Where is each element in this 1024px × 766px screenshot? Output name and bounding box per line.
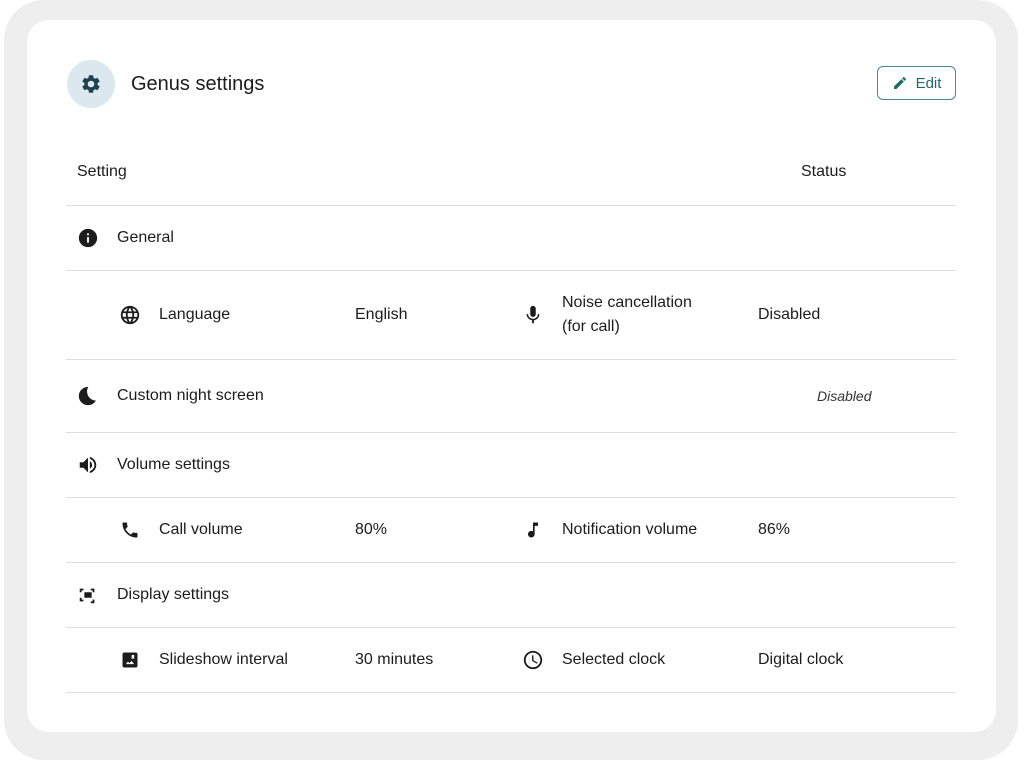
setting-label-selected-clock: Selected clock [562, 651, 666, 668]
section-label: Display settings [117, 586, 230, 603]
gear-icon [67, 60, 115, 108]
column-header-setting: Setting [77, 163, 127, 180]
music-note-icon [522, 519, 544, 541]
section-row-general[interactable]: General [66, 206, 956, 271]
setting-value-language: English [355, 306, 408, 323]
setting-value-noise-cancellation: Disabled [758, 306, 821, 323]
setting-value-call-volume: 80% [355, 521, 388, 538]
setting-value-selected-clock: Digital clock [758, 651, 844, 668]
setting-label-notification-volume: Notification volume [562, 521, 698, 538]
column-header-status: Status [801, 163, 847, 180]
settings-table: Setting Status General Language English … [66, 146, 956, 693]
setting-label-slideshow-interval: Slideshow interval [159, 651, 288, 668]
edit-button[interactable]: Edit [877, 66, 956, 100]
phone-icon [119, 519, 141, 541]
setting-value-slideshow-interval: 30 minutes [355, 651, 434, 668]
setting-label-noise-cancellation: Noise cancellation (for call) [562, 294, 692, 335]
info-icon [77, 227, 99, 249]
setting-value-notification-volume: 86% [758, 521, 791, 538]
settings-card: Genus settings Edit Setting Status Gener… [27, 20, 996, 732]
section-label: Volume settings [117, 456, 230, 473]
globe-icon [119, 304, 141, 326]
speaker-icon [77, 454, 99, 476]
screen-icon [77, 584, 99, 606]
microphone-icon [522, 304, 544, 326]
section-row-volume-settings[interactable]: Volume settings [66, 433, 956, 498]
card-header: Genus settings Edit [67, 60, 956, 108]
clock-icon [522, 649, 544, 671]
section-label: General [117, 229, 174, 246]
section-row-display-settings[interactable]: Display settings [66, 563, 956, 628]
moon-icon [77, 385, 99, 407]
section-label: Custom night screen [117, 387, 264, 404]
setting-label-language: Language [159, 306, 231, 323]
edit-button-label: Edit [915, 74, 942, 92]
page-title: Genus settings [131, 73, 265, 95]
table-header: Setting Status [66, 146, 956, 206]
photo-icon [119, 649, 141, 671]
section-row-custom-night-screen[interactable]: Custom night screen Disabled [66, 360, 956, 433]
setting-label-call-volume: Call volume [159, 521, 243, 538]
detail-row: Language English Noise cancellation (for… [66, 271, 956, 360]
detail-row: Slideshow interval 30 minutes Selected c… [66, 628, 956, 693]
status-text: Disabled [817, 388, 872, 404]
pencil-icon [892, 75, 908, 91]
detail-row: Call volume 80% Notification volume 86% [66, 498, 956, 563]
